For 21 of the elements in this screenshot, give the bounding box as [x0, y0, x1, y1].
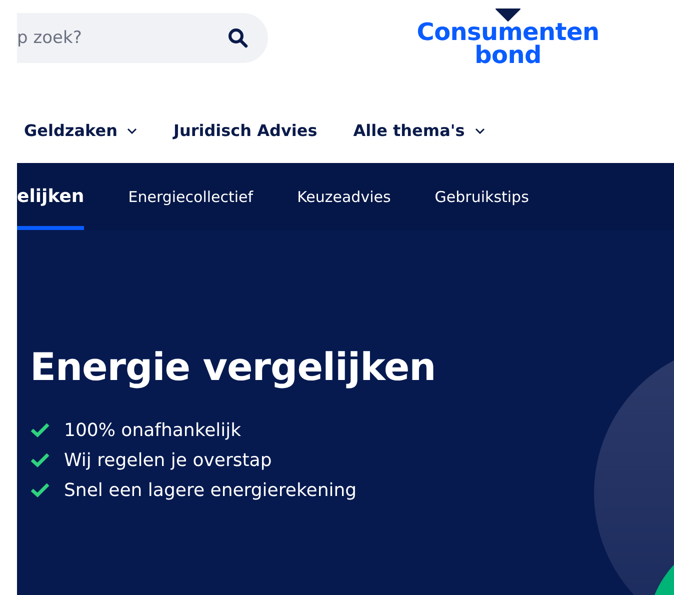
- check-icon: [30, 422, 50, 438]
- chevron-down-icon: [127, 128, 138, 134]
- benefit-text: Snel een lagere energierekening: [64, 478, 357, 502]
- nav-link[interactable]: Juridisch Advies: [173, 121, 318, 140]
- search-field[interactable]: p zoek?: [17, 13, 268, 63]
- triangle-icon: [495, 8, 521, 22]
- tab[interactable]: elijken: [17, 163, 84, 230]
- benefit-text: Wij regelen je overstap: [64, 448, 272, 472]
- check-icon: [30, 452, 50, 468]
- tab[interactable]: Keuzeadvies: [297, 163, 391, 230]
- nav-link[interactable]: Alle thema's: [353, 121, 485, 140]
- logo-text[interactable]: Consumenten: [416, 21, 600, 44]
- benefit-text: 100% onafhankelijk: [64, 418, 242, 442]
- logo-text[interactable]: bond: [474, 44, 542, 67]
- tab[interactable]: Gebruikstips: [434, 163, 529, 230]
- chevron-down-icon: [474, 128, 485, 134]
- check-icon: [30, 482, 50, 498]
- nav-link[interactable]: Geldzaken: [24, 121, 138, 140]
- search-icon[interactable]: [228, 28, 248, 48]
- tab[interactable]: Energiecollectief: [128, 163, 254, 230]
- hero-title: Energie vergelijken: [30, 345, 437, 391]
